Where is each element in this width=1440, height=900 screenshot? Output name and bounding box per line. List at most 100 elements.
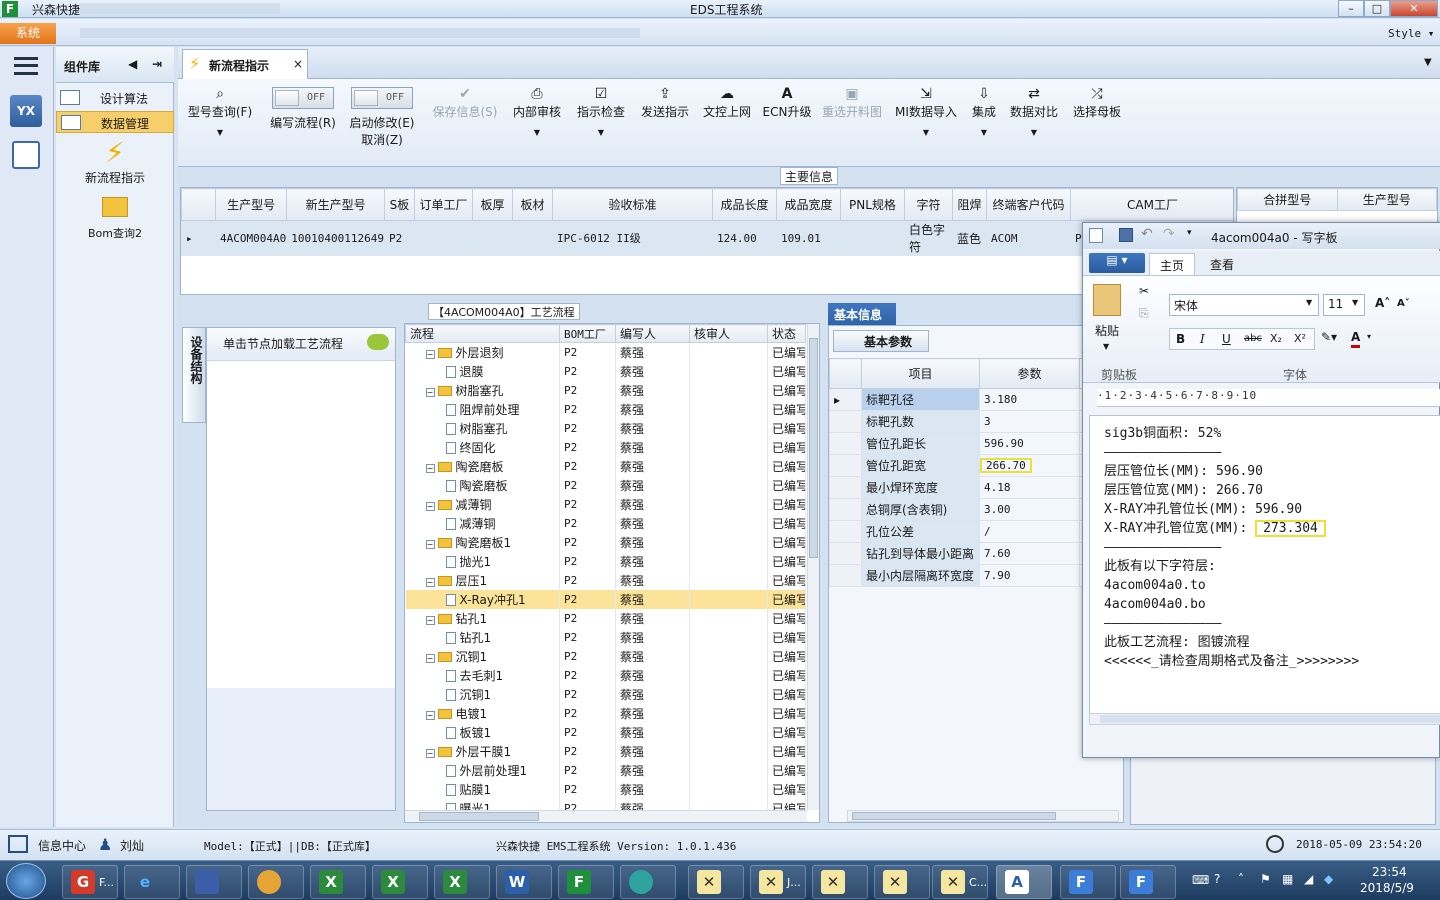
minimize-button[interactable]: – <box>1338 0 1364 17</box>
status-cell[interactable]: 已编写 <box>767 703 806 723</box>
tree-row[interactable]: − 外层干膜1 P2 蔡强 已编写 <box>405 741 806 761</box>
save-icon[interactable] <box>1119 228 1133 242</box>
document-line[interactable]: ——————————————— <box>1104 538 1434 557</box>
undo-icon[interactable]: ↶ <box>1141 226 1153 242</box>
param-name[interactable]: 最小焊环宽度 <box>861 476 980 499</box>
library-item-design-algorithm[interactable]: 设计算法 <box>56 87 174 109</box>
status-cell[interactable]: 已编写 <box>767 589 806 609</box>
tool-bom-query[interactable]: Bom查询2 <box>56 197 174 241</box>
writer-cell[interactable]: 蔡强 <box>615 779 690 799</box>
style-selector[interactable]: Style ▾ <box>1388 27 1434 40</box>
internal-review-button[interactable]: ⎙ 内部审核 ▼ <box>508 83 566 137</box>
col-header[interactable]: 流程 <box>405 324 560 343</box>
volume-tray-icon[interactable]: ◢ <box>1304 872 1313 886</box>
param-row[interactable]: 孔位公差 / <box>829 520 1123 543</box>
cell[interactable]: 10010400112649 <box>286 220 385 256</box>
param-value[interactable]: 7.90 <box>979 564 1080 587</box>
calculator-icon[interactable] <box>12 141 40 169</box>
tree-row[interactable]: 去毛刺1 P2 蔡强 已编写 <box>405 665 806 685</box>
subscript-icon[interactable]: X₂ <box>1270 332 1282 345</box>
reviewer-cell[interactable] <box>689 589 768 609</box>
collapse-toggle-icon[interactable]: − <box>425 577 435 587</box>
reviewer-cell[interactable] <box>689 741 768 761</box>
writer-cell[interactable]: 蔡强 <box>615 760 690 780</box>
bom-factory-cell[interactable]: P2 <box>559 722 616 742</box>
tree-row[interactable]: 贴膜1 P2 蔡强 已编写 <box>405 779 806 799</box>
process-tree-grid[interactable]: 流程 BOM工厂 编写人 核审人 状态 − 外层退刻 P2 蔡强 已编写 退膜 P2 蔡强 已编… <box>404 323 820 823</box>
cell[interactable]: 4ACOM004A0 <box>214 220 288 256</box>
status-cell[interactable]: 已编写 <box>767 779 806 799</box>
document-line[interactable]: X-RAY冲孔管位长(MM): 596.90 <box>1104 500 1434 519</box>
collapse-toggle-icon[interactable]: − <box>425 615 435 625</box>
writer-cell[interactable]: 蔡强 <box>615 646 690 666</box>
tree-row[interactable]: X-Ray冲孔1 P2 蔡强 已编写 <box>405 589 806 609</box>
status-cell[interactable]: 已编写 <box>767 646 806 666</box>
document-line[interactable]: ——————————————— <box>1104 614 1434 633</box>
bom-factory-cell[interactable]: P2 <box>559 475 616 495</box>
document-line[interactable]: 4acom004a0.to <box>1104 576 1434 595</box>
system-menu-button[interactable]: 系统 <box>0 23 56 44</box>
param-value[interactable]: 4.18 <box>979 476 1080 499</box>
scrollbar-thumb[interactable] <box>1100 715 1440 723</box>
write-process-toggle[interactable]: OFF 编写流程(R) <box>262 87 344 131</box>
tree-row[interactable]: − 层压1 P2 蔡强 已编写 <box>405 570 806 590</box>
collapse-toggle-icon[interactable]: − <box>425 748 435 758</box>
save-info-button[interactable]: ✔ 保存信息(S) <box>428 83 502 120</box>
cell[interactable]: IPC-6012 II级 <box>551 220 713 256</box>
param-name[interactable]: 标靶孔径 <box>861 388 980 411</box>
reviewer-cell[interactable] <box>689 608 768 628</box>
ruler[interactable]: ·1·2·3·4·5·6·7·8·9·10 <box>1097 389 1440 407</box>
col-header[interactable]: 订单工厂 <box>413 188 473 221</box>
horizontal-scrollbar[interactable] <box>847 810 1119 822</box>
table-row[interactable]: ▸ 4ACOM004A0 10010400112649 P2 IPC-6012 … <box>181 220 1233 256</box>
select-mother-board-button[interactable]: ⤮ 选择母板 <box>1068 83 1126 120</box>
reviewer-cell[interactable] <box>689 665 768 685</box>
load-process-hint[interactable]: 单击节点加载工艺流程 <box>207 328 395 358</box>
collapse-toggle-icon[interactable]: − <box>425 387 435 397</box>
status-cell[interactable]: 已编写 <box>767 399 806 419</box>
cell[interactable]: ACOM <box>985 220 1071 256</box>
col-header[interactable]: CAM工厂 <box>1069 188 1233 221</box>
app-tray-icon[interactable]: ◆ <box>1324 872 1333 886</box>
highlight-color-icon[interactable]: ✎▾ <box>1321 330 1337 344</box>
writer-cell[interactable]: 蔡强 <box>615 665 690 685</box>
writer-cell[interactable]: 蔡强 <box>615 513 690 533</box>
col-header[interactable]: 字符 <box>903 188 953 221</box>
reviewer-cell[interactable] <box>689 703 768 723</box>
writer-cell[interactable]: 蔡强 <box>615 399 690 419</box>
taskbar-item-word[interactable]: W <box>496 865 552 899</box>
quick-access-dropdown-icon[interactable]: ▾ <box>1187 228 1192 238</box>
basic-info-tab[interactable]: 基本信息 <box>828 303 896 325</box>
bom-factory-cell[interactable]: P2 <box>559 570 616 590</box>
cell[interactable]: 124.00 <box>711 220 777 256</box>
reviewer-cell[interactable] <box>689 361 768 381</box>
tab-home[interactable]: 主页 <box>1149 253 1195 275</box>
taskbar-item-excel-2[interactable]: X <box>372 865 428 899</box>
tree-row[interactable]: − 树脂塞孔 P2 蔡强 已编写 <box>405 380 806 400</box>
status-cell[interactable]: 已编写 <box>767 532 806 552</box>
param-name[interactable]: 钻孔到导体最小距离 <box>861 542 980 565</box>
param-row[interactable]: 总铜厚(含表铜) 3.00 <box>829 498 1123 521</box>
col-header[interactable]: 成品长度 <box>711 188 777 221</box>
keyboard-tray-icon[interactable]: ⌨ <box>1192 873 1209 887</box>
taskbar-item-excel-1[interactable]: X <box>310 865 366 899</box>
taskbar-item-xmind-5[interactable]: ✕ C... <box>932 865 988 899</box>
col-header[interactable]: 成品宽度 <box>775 188 841 221</box>
info-center-label[interactable]: 信息中心 <box>38 837 86 854</box>
reselect-cutting-map-button[interactable]: ▣ 重选开料图 <box>818 83 886 120</box>
superscript-icon[interactable]: X² <box>1294 332 1306 345</box>
font-name-select[interactable]: 宋体 ▼ <box>1169 294 1319 316</box>
tree-row[interactable]: − 钻孔1 P2 蔡强 已编写 <box>405 608 806 628</box>
param-name[interactable]: 最小内层隔离环宽度 <box>861 564 980 587</box>
status-cell[interactable]: 已编写 <box>767 760 806 780</box>
redo-icon[interactable]: ↷ <box>1163 226 1175 242</box>
library-item-data-management[interactable]: 数据管理 <box>56 111 174 133</box>
writer-cell[interactable]: 蔡强 <box>615 456 690 476</box>
bom-factory-cell[interactable]: P2 <box>559 513 616 533</box>
bom-factory-cell[interactable]: P2 <box>559 342 616 362</box>
main-info-grid[interactable]: 生产型号 新生产型号 S板 订单工厂 板厚 板材 验收标准 成品长度 成品宽度 … <box>180 187 1234 295</box>
collapse-left-icon[interactable]: ◀ <box>128 57 137 71</box>
reviewer-cell[interactable] <box>689 342 768 362</box>
tree-row[interactable]: 减薄铜 P2 蔡强 已编写 <box>405 513 806 533</box>
writer-cell[interactable]: 蔡强 <box>615 570 690 590</box>
